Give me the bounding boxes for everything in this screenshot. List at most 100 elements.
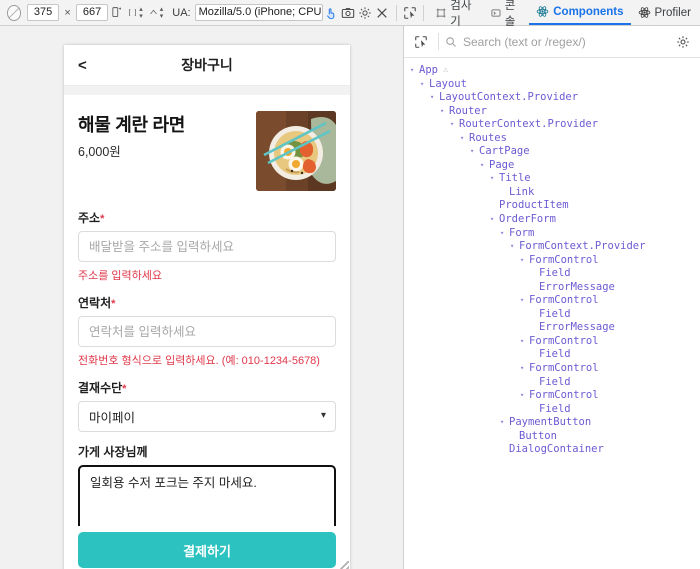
chevron-expanded-icon[interactable]: ▾ [520, 335, 529, 349]
react-logo-icon [536, 6, 549, 17]
viewport-height-input[interactable]: 667 [75, 4, 109, 21]
device-toolbar: 375 × 667 ▴ ▾ ▴ ▾ UA: Mozilla/5.0 (iPhone;… [0, 0, 700, 28]
chevron-expanded-icon[interactable]: ▾ [440, 105, 449, 119]
tree-node[interactable]: ▾ FormControl [404, 335, 700, 349]
chevron-expanded-icon[interactable]: ▾ [490, 213, 499, 227]
chevron-expanded-icon[interactable]: ▾ [520, 362, 529, 376]
back-link[interactable]: < [78, 57, 87, 74]
search-placeholder: Search (text or /regex/) [463, 34, 586, 49]
search-divider [438, 33, 439, 50]
devtools-settings-gear-icon[interactable] [672, 31, 694, 53]
chevron-expanded-icon[interactable]: ▾ [420, 78, 429, 92]
tree-node[interactable]: ▾ErrorMessage [404, 281, 700, 295]
tree-node[interactable]: ▾ RouterContext.Provider [404, 118, 700, 132]
tree-node[interactable]: ▾ FormContext.Provider [404, 240, 700, 254]
chevron-expanded-icon[interactable]: ▾ [500, 416, 509, 430]
tree-node[interactable]: ▾ErrorMessage [404, 321, 700, 335]
tree-node[interactable]: ▾Button [404, 430, 700, 444]
address-input[interactable] [78, 231, 336, 262]
chevron-expanded-icon[interactable]: ▾ [450, 118, 459, 132]
tree-node[interactable]: ▾ Page [404, 159, 700, 173]
chevron-expanded-icon[interactable]: ▾ [500, 227, 509, 241]
chevron-expanded-icon[interactable]: ▾ [430, 91, 439, 105]
chevron-expanded-icon[interactable]: ▾ [470, 145, 479, 159]
tree-node-label: FormControl [529, 362, 599, 375]
tree-node[interactable]: ▾Field [404, 403, 700, 417]
product-image [256, 111, 336, 191]
viewport-resize-handle[interactable] [337, 561, 349, 569]
component-tree[interactable]: ▾ App ⚠ ▾ Layout ▾ LayoutContext.Provider ▾ Rout… [404, 58, 700, 569]
chevron-expanded-icon[interactable]: ▾ [410, 64, 419, 78]
chevron-expanded-icon[interactable]: ▾ [460, 132, 469, 146]
tab-elements[interactable]: 검사기 [429, 0, 483, 28]
elements-panel-icon [436, 8, 446, 17]
tree-node[interactable]: ▾ FormControl [404, 362, 700, 376]
tree-node[interactable]: ▾ App ⚠ [404, 64, 700, 78]
tree-node-label: Router [449, 104, 487, 117]
label-address: 주소* [78, 209, 336, 226]
product-name: 해물 계란 라면 [78, 115, 185, 135]
chevron-expanded-icon[interactable]: ▾ [520, 389, 529, 403]
tree-node-label: Field [539, 402, 571, 415]
label-address-text: 주소 [78, 211, 101, 225]
payment-select[interactable]: 마이페이 [78, 401, 336, 432]
submit-payment-button[interactable]: 결제하기 [78, 532, 336, 568]
tree-node[interactable]: ▾ Router [404, 105, 700, 119]
chevron-expanded-icon[interactable]: ▾ [510, 240, 519, 254]
toolbar-divider [395, 4, 397, 21]
user-agent-label: UA: [172, 6, 191, 19]
tree-node-label: App [419, 64, 438, 76]
tab-elements-label: 검사기 [450, 0, 472, 28]
tree-node[interactable]: ▾ Layout [404, 78, 700, 92]
devtools-search-field[interactable]: Search (text or /regex/) [445, 35, 670, 49]
tree-node[interactable]: ▾ Routes [404, 132, 700, 146]
react-devtools-panel: Search (text or /regex/) ▾ App ⚠ ▾ Layout ▾ La… [404, 26, 700, 569]
tree-node[interactable]: ▾ OrderForm [404, 213, 700, 227]
tree-node[interactable]: ▾ Title [404, 172, 700, 186]
tree-node[interactable]: ▾Field [404, 348, 700, 362]
tree-node[interactable]: ▾ProductItem [404, 199, 700, 213]
chevron-expanded-icon[interactable]: ▾ [520, 254, 529, 268]
rotate-device-icon[interactable] [108, 3, 125, 23]
product-price: 6,000원 [78, 145, 121, 159]
tab-profiler[interactable]: Profiler [631, 0, 698, 25]
tree-indent-spacer: ▾ [530, 281, 539, 295]
contact-input[interactable] [78, 316, 336, 347]
error-message-contact: 전화번호 형식으로 입력하세요. (예: 010-1234-5678) [78, 355, 320, 367]
tree-node[interactable]: ▾ Form [404, 227, 700, 241]
tree-node[interactable]: ▾ CartPage [404, 145, 700, 159]
touch-emulation-icon[interactable] [323, 3, 340, 23]
tree-node[interactable]: ▾ FormControl [404, 389, 700, 403]
tab-console[interactable]: 콘솔 [484, 0, 530, 28]
zoom-select[interactable]: ▴ ▾ [126, 4, 145, 22]
tree-node-label: FormControl [529, 253, 599, 266]
tree-node[interactable]: ▾ PaymentButton [404, 416, 700, 430]
tree-node[interactable]: ▾Field [404, 376, 700, 390]
tab-components[interactable]: Components [529, 0, 631, 25]
tree-node-label: FormContext.Provider [519, 240, 646, 253]
page-title: 장바구니 [181, 57, 233, 73]
throttling-select[interactable]: ▴ ▾ [147, 4, 166, 22]
search-icon [446, 36, 456, 47]
component-picker-icon[interactable] [410, 31, 432, 53]
screenshot-camera-icon[interactable] [340, 3, 357, 23]
user-agent-input[interactable]: Mozilla/5.0 (iPhone; CPU iPho [194, 4, 323, 21]
label-contact: 연락처* [78, 294, 336, 311]
viewport-width-input[interactable]: 375 [26, 4, 60, 21]
device-settings-gear-icon[interactable] [357, 3, 374, 23]
chevron-expanded-icon[interactable]: ▾ [480, 159, 489, 173]
tree-node[interactable]: ▾DialogContainer [404, 443, 700, 457]
tree-node[interactable]: ▾ FormControl [404, 254, 700, 268]
tree-node[interactable]: ▾Link [404, 186, 700, 200]
chevron-expanded-icon[interactable]: ▾ [520, 294, 529, 308]
tree-node[interactable]: ▾Field [404, 267, 700, 281]
tree-node[interactable]: ▾ LayoutContext.Provider [404, 91, 700, 105]
inspect-element-icon[interactable] [402, 3, 419, 23]
tree-node-label: Title [499, 172, 531, 185]
device-circle-icon[interactable] [7, 4, 21, 21]
tree-node[interactable]: ▾Field [404, 308, 700, 322]
tree-node-label: PaymentButton [509, 416, 592, 429]
close-device-toolbar-icon[interactable] [374, 3, 391, 23]
chevron-expanded-icon[interactable]: ▾ [490, 172, 499, 186]
tree-node[interactable]: ▾ FormControl [404, 294, 700, 308]
